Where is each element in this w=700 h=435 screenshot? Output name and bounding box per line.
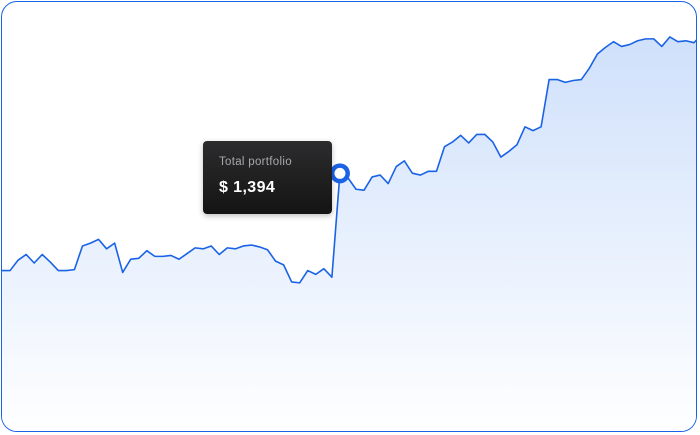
tooltip-label: Total portfolio [219,156,292,168]
tooltip-value: $ 1,394 [219,179,276,196]
highlight-point-marker[interactable] [329,163,350,184]
value-tooltip: Total portfolio $ 1,394 [203,141,332,214]
portfolio-area-chart[interactable] [2,2,697,432]
portfolio-chart-card [1,1,697,432]
portfolio-area-fill [2,36,696,431]
highlight-point-inner [334,167,346,179]
